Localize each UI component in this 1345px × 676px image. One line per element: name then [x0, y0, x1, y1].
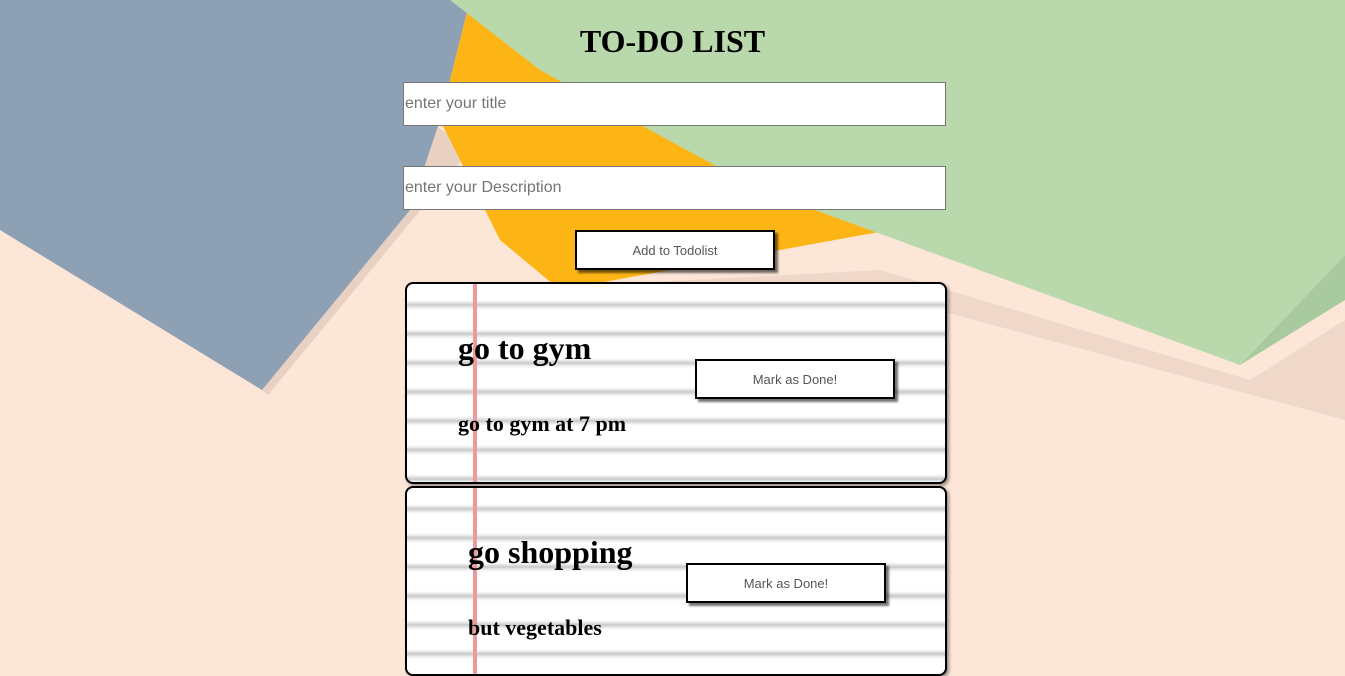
description-input[interactable]	[403, 166, 946, 210]
todo-card: go shopping Mark as Done! but vegetables	[405, 486, 947, 676]
todo-description: go to gym at 7 pm	[458, 411, 627, 436]
add-to-todolist-button[interactable]: Add to Todolist	[575, 230, 775, 270]
mark-as-done-button[interactable]: Mark as Done!	[686, 563, 886, 603]
todo-title: go shopping	[468, 534, 633, 570]
mark-as-done-button[interactable]: Mark as Done!	[695, 359, 895, 399]
title-input[interactable]	[403, 82, 946, 126]
page-title: TO-DO LIST	[579, 23, 766, 59]
todo-card: go to gym Mark as Done! go to gym at 7 p…	[405, 282, 947, 484]
todo-description: but vegetables	[468, 615, 602, 640]
todo-title: go to gym	[458, 330, 592, 366]
